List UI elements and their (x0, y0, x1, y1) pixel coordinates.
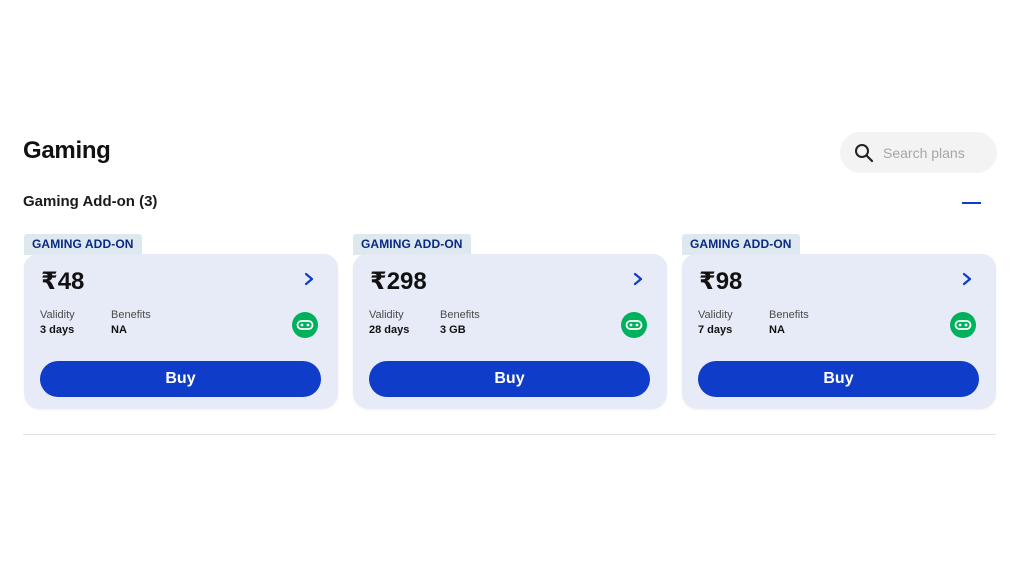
chevron-right-icon[interactable] (302, 272, 316, 286)
validity-label: Validity (698, 309, 733, 321)
benefits-block: Benefits NA (769, 309, 809, 336)
plan-card: GAMING ADD-ON ₹298 Validity 28 days Bene… (353, 234, 667, 410)
benefits-value: NA (769, 324, 785, 336)
benefits-value: NA (111, 324, 127, 336)
validity-value: 3 days (40, 324, 75, 336)
benefits-label: Benefits (440, 309, 480, 321)
plan-card-body[interactable]: ₹48 Validity 3 days Benefits NA Buy (24, 254, 338, 409)
validity-value: 7 days (698, 324, 733, 336)
section-divider (23, 434, 996, 435)
validity-label: Validity (369, 309, 404, 321)
validity-block: Validity 3 days (40, 309, 75, 336)
buy-button[interactable]: Buy (40, 361, 321, 397)
plan-card: GAMING ADD-ON ₹48 Validity 3 days Benefi… (24, 234, 338, 410)
plan-tag: GAMING ADD-ON (24, 234, 142, 255)
benefits-block: Benefits NA (111, 309, 151, 336)
buy-button[interactable]: Buy (369, 361, 650, 397)
search-icon (855, 143, 874, 162)
search-box[interactable] (840, 132, 997, 173)
benefits-label: Benefits (769, 309, 809, 321)
collapse-icon[interactable] (961, 198, 981, 208)
plan-price: ₹98 (699, 268, 743, 295)
section-title: Gaming Add-on (3) (23, 193, 158, 210)
plan-card-body[interactable]: ₹98 Validity 7 days Benefits NA Buy (682, 254, 996, 409)
validity-block: Validity 7 days (698, 309, 733, 336)
validity-label: Validity (40, 309, 75, 321)
gamepad-icon (950, 312, 976, 338)
gamepad-icon (292, 312, 318, 338)
search-input[interactable] (883, 144, 983, 161)
chevron-right-icon[interactable] (960, 272, 974, 286)
gamepad-icon (621, 312, 647, 338)
plan-price: ₹298 (370, 268, 427, 295)
buy-button[interactable]: Buy (698, 361, 979, 397)
plan-card: GAMING ADD-ON ₹98 Validity 7 days Benefi… (682, 234, 996, 410)
plan-tag: GAMING ADD-ON (682, 234, 800, 255)
plan-tag: GAMING ADD-ON (353, 234, 471, 255)
plan-price: ₹48 (41, 268, 85, 295)
chevron-right-icon[interactable] (631, 272, 645, 286)
benefits-label: Benefits (111, 309, 151, 321)
benefits-value: 3 GB (440, 324, 466, 336)
plan-card-body[interactable]: ₹298 Validity 28 days Benefits 3 GB Buy (353, 254, 667, 409)
page-title: Gaming (23, 137, 111, 164)
validity-block: Validity 28 days (369, 309, 409, 336)
validity-value: 28 days (369, 324, 410, 336)
benefits-block: Benefits 3 GB (440, 309, 480, 336)
